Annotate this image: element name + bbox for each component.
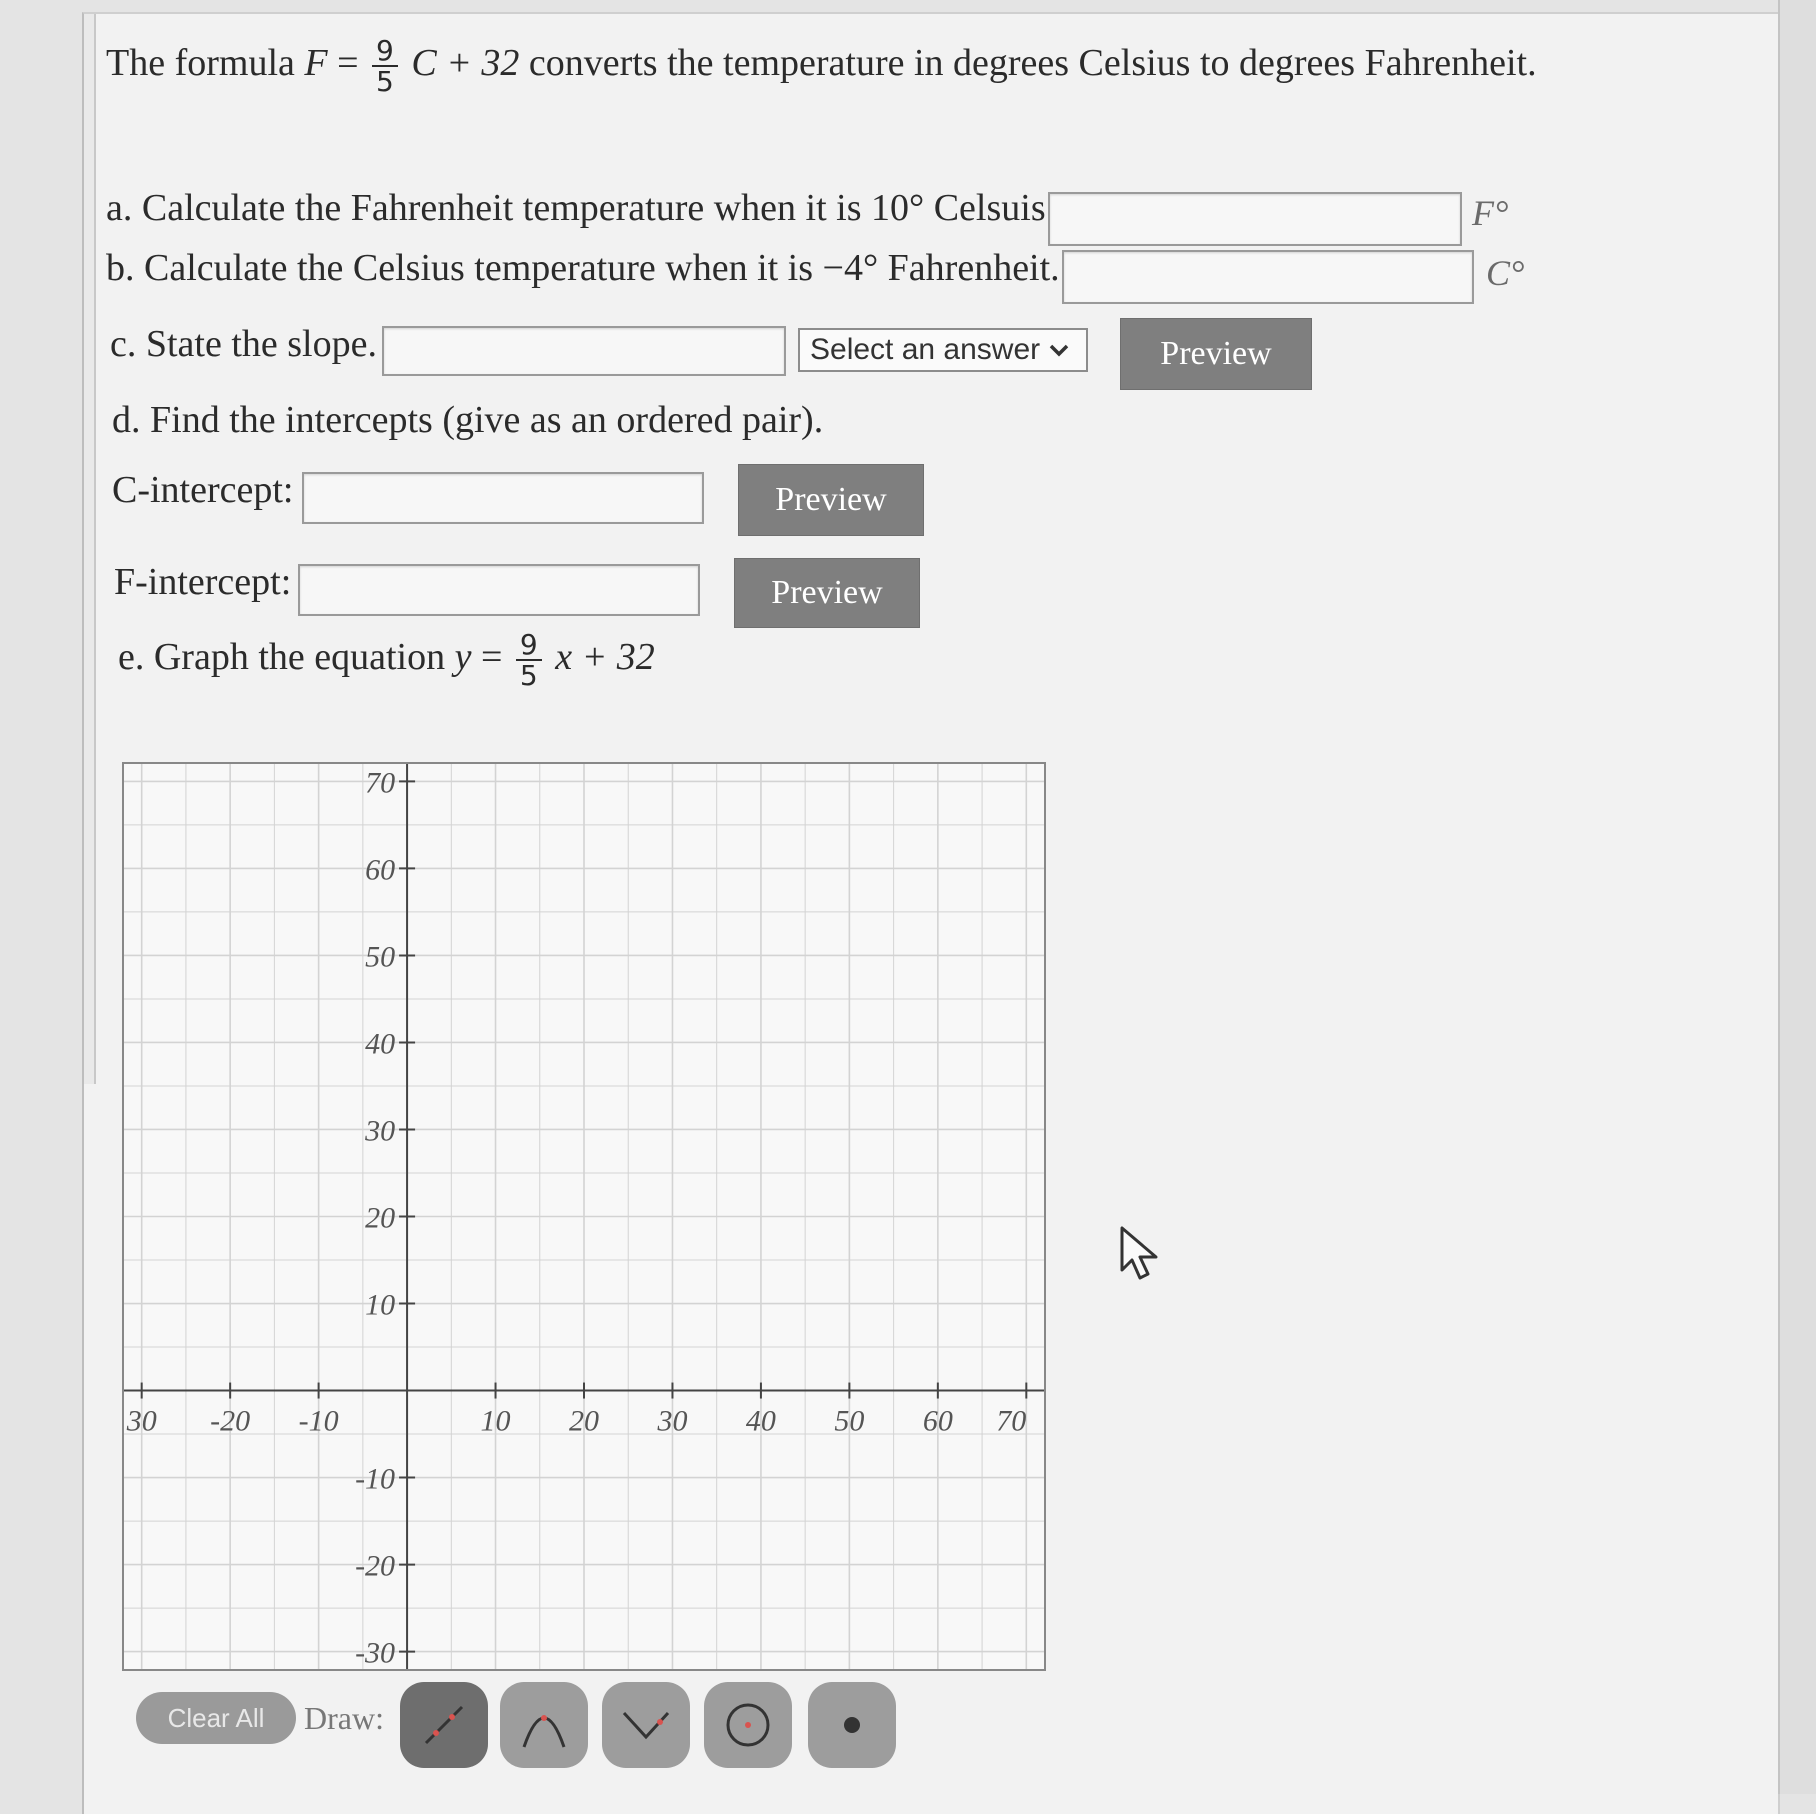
slope-preview-button[interactable]: Preview — [1120, 318, 1312, 390]
part-e-label: e. Graph the equation y = 9 5 x + 32 — [118, 630, 655, 691]
part-a-suffix: Celsuis. — [933, 187, 1056, 229]
part-b-answer-input[interactable] — [1062, 250, 1474, 304]
slope-select[interactable]: Select an answer — [798, 328, 1088, 372]
y-tick-label: 60 — [365, 853, 395, 886]
part-a-prefix: a. Calculate the Fahrenheit temperature … — [106, 187, 862, 229]
part-b-question: b. Calculate the Celsius temperature whe… — [106, 246, 1060, 290]
y-tick-label: -10 — [355, 1463, 395, 1496]
draw-label: Draw: — [304, 1700, 384, 1736]
graph-svg[interactable]: 30 -20 -10 10 20 30 40 50 60 70 70 60 50 40 30 20 10 -10 -… — [124, 764, 1044, 1669]
intro-equals: = — [337, 42, 359, 85]
line-tool-button[interactable] — [400, 1682, 488, 1768]
y-tick-label: 50 — [365, 940, 395, 973]
intro-fraction-num: 9 — [372, 36, 398, 68]
part-e-fraction: 9 5 — [515, 630, 542, 693]
intro-fraction: 9 5 — [372, 36, 398, 97]
part-e-fraction-num: 9 — [515, 630, 542, 662]
intro-prefix: The formula — [106, 42, 295, 85]
x-tick-label: 30 — [126, 1405, 157, 1438]
chevron-down-icon — [1049, 344, 1069, 357]
slope-select-value: Select an answer — [810, 333, 1041, 366]
y-tick-label: 10 — [365, 1289, 395, 1322]
part-b-unit: C° — [1486, 253, 1525, 293]
parabola-tool-button[interactable] — [500, 1682, 588, 1768]
line-tool-icon — [424, 1705, 464, 1745]
right-scroll-strip — [1778, 0, 1816, 1794]
point-tool-icon — [844, 1717, 860, 1733]
clear-all-button[interactable]: Clear All — [136, 1692, 296, 1744]
circle-tool-button[interactable] — [704, 1682, 792, 1768]
x-tick-label: 20 — [569, 1405, 599, 1438]
intro-rhs: C + 32 — [411, 42, 520, 85]
y-tick-label: 20 — [365, 1202, 395, 1235]
c-intercept-input[interactable] — [302, 472, 704, 524]
part-d-label: d. Find the intercepts (give as an order… — [112, 399, 824, 441]
part-a-value: 10° — [871, 187, 925, 229]
intro-fraction-den: 5 — [376, 65, 394, 99]
absolute-value-tool-button[interactable] — [602, 1682, 690, 1768]
x-tick-label: -10 — [299, 1405, 339, 1438]
part-b-prefix: b. Calculate the Celsius temperature whe… — [106, 247, 814, 289]
y-tick-label: 70 — [365, 766, 395, 799]
intro-var-f: F — [304, 42, 328, 85]
circle-tool-icon — [726, 1703, 770, 1747]
c-intercept-label: C-intercept: — [112, 469, 294, 511]
part-a-unit: F° — [1472, 193, 1509, 233]
x-tick-label: 40 — [746, 1405, 776, 1438]
part-c-label: c. State the slope. — [110, 323, 377, 365]
part-b-value: −4° — [822, 247, 879, 289]
mouse-cursor-icon — [1120, 1226, 1158, 1280]
part-a-answer-input[interactable] — [1048, 192, 1462, 246]
f-intercept-input[interactable] — [298, 564, 700, 616]
slope-input[interactable] — [382, 326, 786, 376]
absolute-value-tool-icon — [622, 1711, 670, 1740]
x-tick-label: 30 — [656, 1405, 687, 1438]
y-tick-label: -20 — [355, 1550, 395, 1583]
intro-text: The formula F = 9 5 C + 32 converts the … — [106, 36, 1537, 97]
x-tick-label: 60 — [923, 1405, 953, 1438]
f-intercept-label: F-intercept: — [114, 561, 292, 603]
x-tick-label: -20 — [210, 1405, 250, 1438]
part-e-rhs: x + 32 — [555, 636, 655, 679]
left-panel-edge — [84, 14, 96, 1084]
part-e-fraction-den: 5 — [519, 659, 538, 693]
graph-canvas[interactable]: 30 -20 -10 10 20 30 40 50 60 70 70 60 50 40 30 20 10 -10 -… — [122, 762, 1046, 1671]
intro-suffix: converts the temperature in degrees Cels… — [528, 42, 1537, 85]
c-intercept-preview-button[interactable]: Preview — [738, 464, 924, 536]
x-tick-label: 70 — [996, 1405, 1026, 1438]
part-e-text: e. Graph the equation — [118, 636, 446, 679]
parabola-tool-icon — [522, 1715, 566, 1748]
part-e-var-y: y — [454, 636, 472, 679]
y-tick-label: 30 — [364, 1114, 395, 1147]
x-tick-label: 10 — [481, 1405, 511, 1438]
part-e-equals: = — [480, 636, 503, 679]
part-b-suffix: Fahrenheit. — [887, 247, 1060, 289]
f-intercept-preview-button[interactable]: Preview — [734, 558, 920, 628]
y-tick-label: 40 — [365, 1027, 395, 1060]
y-tick-label: -30 — [355, 1637, 395, 1669]
point-tool-button[interactable] — [808, 1682, 896, 1768]
part-a-question: a. Calculate the Fahrenheit temperature … — [106, 186, 1055, 230]
x-tick-label: 50 — [834, 1405, 864, 1438]
